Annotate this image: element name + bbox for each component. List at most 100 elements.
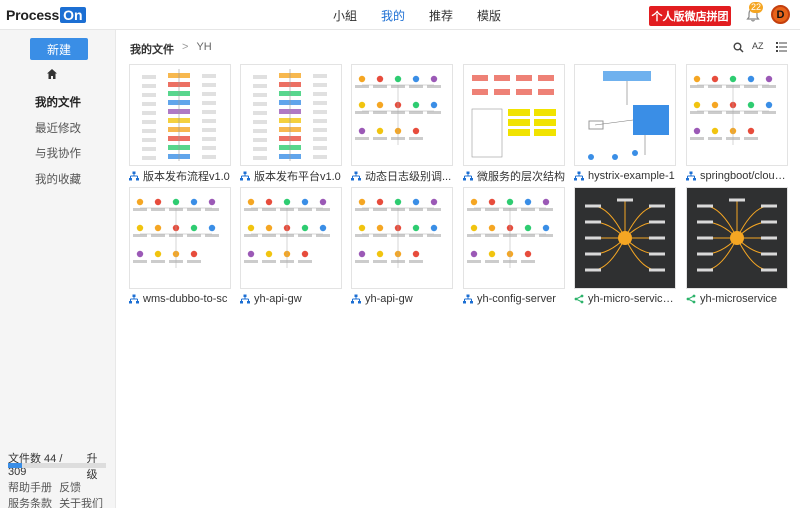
promo-button[interactable]: 个人版微店拼团	[649, 6, 731, 26]
file-card[interactable]: yh-api-gw	[240, 187, 342, 305]
diagram-preview	[142, 69, 216, 161]
breadcrumb: 我的文件 > YH	[130, 41, 212, 57]
file-card-label: springboot/cloud...	[686, 169, 788, 182]
nav-item-templates[interactable]: 模版	[477, 7, 501, 24]
flowchart-icon	[240, 294, 250, 303]
file-thumbnail[interactable]	[574, 187, 676, 289]
diagram-preview	[690, 75, 776, 145]
diagram-preview	[471, 75, 556, 158]
diagram-preview	[585, 198, 665, 272]
sidebar-item-shared[interactable]: 与我协作	[0, 145, 116, 161]
diagram-preview	[355, 75, 441, 145]
top-nav: 小組 我的 推荐 模版	[333, 7, 525, 24]
file-card-label: 微服务的层次结构	[463, 169, 565, 182]
new-button[interactable]: 新建	[30, 38, 88, 60]
sidebar-item-my-files[interactable]: 我的文件	[0, 94, 116, 110]
quota-progress-bar	[8, 463, 106, 468]
help-link[interactable]: 帮助手册	[8, 482, 52, 494]
file-thumbnail[interactable]	[686, 187, 788, 289]
footer-links-row1: 帮助手册 反馈	[8, 479, 85, 495]
file-card[interactable]: yh-microservice	[686, 187, 788, 305]
file-name[interactable]: 微服务的层次结构	[477, 169, 565, 183]
file-name[interactable]: yh-api-gw	[365, 293, 413, 305]
home-icon[interactable]	[46, 68, 58, 80]
diagram-preview	[253, 69, 327, 161]
file-thumbnail[interactable]	[686, 64, 788, 166]
file-thumbnail[interactable]	[351, 187, 453, 289]
file-card[interactable]: wms-dubbo-to-sc	[129, 187, 231, 305]
file-card[interactable]: 动态日志级别调...	[351, 64, 453, 182]
file-card[interactable]: yh-api-gw	[351, 187, 453, 305]
file-name[interactable]: yh-config-server	[477, 293, 556, 305]
logo-text: Process	[6, 7, 60, 23]
file-name[interactable]: 版本发布平台v1.0	[254, 169, 341, 183]
feedback-link[interactable]: 反馈	[59, 482, 81, 494]
file-card-label: yh-config-server	[463, 292, 565, 305]
about-link[interactable]: 关于我们	[59, 498, 103, 508]
flowchart-icon	[463, 294, 473, 303]
footer-links-row2: 服务条款 关于我们	[8, 495, 107, 508]
file-thumbnail[interactable]	[351, 64, 453, 166]
file-name[interactable]: 版本发布流程v1.0	[143, 169, 230, 183]
logo-box: On	[60, 7, 86, 23]
flowchart-icon	[129, 294, 139, 303]
file-thumbnail[interactable]	[240, 64, 342, 166]
file-thumbnail[interactable]	[574, 64, 676, 166]
file-thumbnail[interactable]	[463, 187, 565, 289]
diagram-preview	[355, 198, 441, 268]
mindmap-icon	[686, 294, 696, 303]
file-card-label: 动态日志级别调...	[351, 169, 453, 182]
flowchart-icon	[351, 171, 361, 180]
file-card-label: hystrix-example-1	[574, 169, 676, 182]
flowchart-icon	[686, 171, 696, 180]
file-card-label: wms-dubbo-to-sc	[129, 292, 231, 305]
file-card[interactable]: 微服务的层次结构	[463, 64, 565, 182]
file-card-label: 版本发布平台v1.0	[240, 169, 342, 182]
file-name[interactable]: wms-dubbo-to-sc	[143, 293, 227, 305]
quota-progress-fill	[8, 463, 22, 468]
file-card[interactable]: 版本发布平台v1.0	[240, 64, 342, 182]
breadcrumb-root[interactable]: 我的文件	[130, 41, 174, 57]
flowchart-icon	[351, 294, 361, 303]
diagram-preview	[697, 198, 777, 272]
file-thumbnail[interactable]	[240, 187, 342, 289]
file-card[interactable]: hystrix-example-1	[574, 64, 676, 182]
mindmap-icon	[574, 294, 584, 303]
nav-item-recommended[interactable]: 推荐	[429, 7, 453, 24]
sidebar-item-favorites[interactable]: 我的收藏	[0, 171, 116, 187]
flowchart-icon	[574, 171, 584, 180]
file-card[interactable]: yh-micro-service-2	[574, 187, 676, 305]
logo[interactable]: Process On	[6, 4, 86, 26]
nav-item-mine[interactable]: 我的	[381, 7, 405, 24]
nav-item-groups[interactable]: 小組	[333, 7, 357, 24]
flowchart-icon	[240, 171, 250, 180]
sidebar-item-recent[interactable]: 最近修改	[0, 120, 116, 136]
file-thumbnail[interactable]	[129, 64, 231, 166]
avatar[interactable]: D	[771, 5, 790, 24]
file-name[interactable]: yh-microservice	[700, 293, 777, 305]
top-bar: Process On 小組 我的 推荐 模版 个人版微店拼团 22 D	[0, 0, 800, 30]
notification-badge: 22	[749, 2, 764, 13]
file-name[interactable]: springboot/cloud...	[700, 170, 788, 182]
file-name[interactable]: yh-micro-service-2	[588, 293, 676, 305]
list-view-icon[interactable]	[776, 42, 787, 52]
breadcrumb-current: YH	[196, 41, 212, 53]
file-name[interactable]: hystrix-example-1	[588, 170, 675, 182]
file-thumbnail[interactable]	[463, 64, 565, 166]
file-card-label: 版本发布流程v1.0	[129, 169, 231, 182]
file-card[interactable]: yh-config-server	[463, 187, 565, 305]
diagram-preview	[588, 71, 669, 160]
sort-icon[interactable]: AZ	[752, 41, 764, 51]
search-icon[interactable]	[733, 42, 744, 53]
file-card[interactable]: springboot/cloud...	[686, 64, 788, 182]
file-name[interactable]: yh-api-gw	[254, 293, 302, 305]
terms-link[interactable]: 服务条款	[8, 498, 52, 508]
file-card-label: yh-micro-service-2	[574, 292, 676, 305]
file-card-label: yh-api-gw	[351, 292, 453, 305]
flowchart-icon	[129, 171, 139, 180]
file-card[interactable]: 版本发布流程v1.0	[129, 64, 231, 182]
diagram-preview	[244, 198, 330, 268]
file-thumbnail[interactable]	[129, 187, 231, 289]
breadcrumb-separator: >	[182, 41, 189, 53]
file-name[interactable]: 动态日志级别调...	[365, 169, 451, 183]
